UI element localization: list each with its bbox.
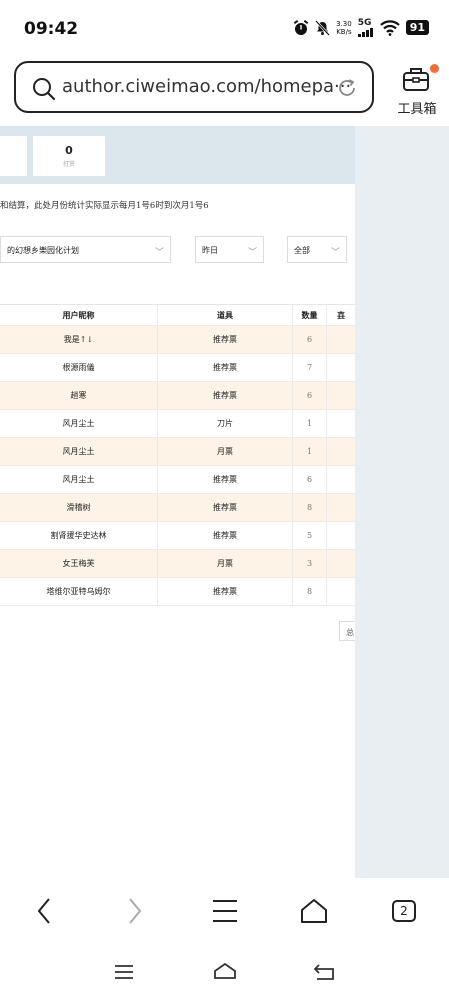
gift-table: 用户昵称 道具 数量 壵 我是↑↓ 推荐票 6 根源雨儀 推荐票 7 趟寒 推荐票 6 风月尘土刀… bbox=[0, 304, 355, 606]
system-back-icon[interactable] bbox=[313, 963, 335, 981]
cell-more bbox=[327, 382, 355, 409]
header-item: 道具 bbox=[158, 305, 293, 325]
table-row: 我是↑↓ 推荐票 6 bbox=[0, 326, 355, 354]
cell-more bbox=[327, 466, 355, 493]
cell-nickname: 女王梅芙 bbox=[0, 550, 158, 577]
cell-item: 推荐票 bbox=[158, 326, 293, 353]
toolbox-icon bbox=[403, 68, 429, 91]
browser-bottom-nav: 2 bbox=[0, 878, 449, 944]
header-nickname: 用户昵称 bbox=[0, 305, 158, 325]
stat-card-tips: 0 打赏 bbox=[33, 136, 105, 176]
url-text[interactable]: author.ciweimao.com/homepa··· bbox=[62, 76, 351, 97]
cell-more bbox=[327, 550, 355, 577]
cell-nickname: 割肾援华史达林 bbox=[0, 522, 158, 549]
notification-dot bbox=[430, 64, 439, 73]
cell-nickname: 趟寒 bbox=[0, 382, 158, 409]
status-icons: 3.30 KB/s 5G 91 bbox=[293, 18, 429, 37]
status-time: 09:42 bbox=[24, 19, 79, 39]
cell-item: 推荐票 bbox=[158, 354, 293, 381]
cell-item: 月票 bbox=[158, 550, 293, 577]
table-header: 用户昵称 道具 数量 壵 bbox=[0, 304, 355, 326]
cell-item: 月票 bbox=[158, 438, 293, 465]
header-more: 壵 bbox=[337, 309, 345, 320]
type-select[interactable]: 全部 ﹀ bbox=[287, 236, 347, 263]
stat-card-partial bbox=[0, 136, 27, 176]
table-row: 风月尘土 推荐票 6 bbox=[0, 466, 355, 494]
cell-qty: 6 bbox=[293, 326, 327, 353]
cell-nickname: 风月尘土 bbox=[0, 410, 158, 437]
book-select[interactable]: 的幻想乡樂园化计划 ﹀ bbox=[0, 236, 171, 263]
forward-button[interactable] bbox=[115, 894, 155, 928]
chevron-down-icon: ﹀ bbox=[154, 248, 164, 258]
cell-qty: 8 bbox=[293, 494, 327, 521]
cellular-indicator: 5G bbox=[357, 18, 374, 37]
cell-nickname: 我是↑↓ bbox=[0, 326, 158, 353]
system-nav-bar bbox=[0, 944, 449, 999]
cell-nickname: 根源雨儀 bbox=[0, 354, 158, 381]
cell-item: 推荐票 bbox=[158, 578, 293, 605]
pager-total: 总 bbox=[339, 621, 355, 641]
menu-icon bbox=[213, 900, 237, 922]
menu-button[interactable] bbox=[205, 894, 245, 928]
address-bar[interactable]: author.ciweimao.com/homepa··· bbox=[14, 61, 374, 113]
cell-qty: 7 bbox=[293, 354, 327, 381]
cell-qty: 8 bbox=[293, 578, 327, 605]
cell-nickname: 风月尘土 bbox=[0, 438, 158, 465]
cell-more bbox=[327, 438, 355, 465]
cell-qty: 5 bbox=[293, 522, 327, 549]
chevron-down-icon: ﹀ bbox=[330, 248, 340, 258]
chevron-down-icon: ﹀ bbox=[247, 248, 257, 258]
cell-item: 推荐票 bbox=[158, 494, 293, 521]
cell-more bbox=[327, 578, 355, 605]
cell-nickname: 滑稽树 bbox=[0, 494, 158, 521]
chevron-left-icon bbox=[37, 898, 50, 924]
cell-item: 推荐票 bbox=[158, 466, 293, 493]
table-row: 女王梅芙 月票 3 bbox=[0, 550, 355, 578]
cell-qty: 1 bbox=[293, 410, 327, 437]
system-home-icon[interactable] bbox=[213, 962, 237, 980]
toolbox-button[interactable]: 工具箱 bbox=[389, 64, 445, 117]
cell-item: 推荐票 bbox=[158, 522, 293, 549]
table-row: 割肾援华史达林 推荐票 5 bbox=[0, 522, 355, 550]
status-bar: 09:42 3.30 KB/s 5G 91 bbox=[0, 0, 449, 56]
network-speed: 3.30 KB/s bbox=[336, 19, 352, 36]
wifi-icon bbox=[379, 19, 400, 36]
recent-apps-icon[interactable] bbox=[114, 964, 134, 980]
signal-icon bbox=[357, 28, 373, 37]
table-row: 风月尘土 刀片 1 bbox=[0, 410, 355, 438]
header-qty: 数量 bbox=[293, 305, 327, 325]
cell-more bbox=[327, 522, 355, 549]
cell-item: 推荐票 bbox=[158, 382, 293, 409]
cell-nickname: 风月尘土 bbox=[0, 466, 158, 493]
search-icon bbox=[33, 78, 56, 101]
table-row: 塔维尔亚特乌姆尔 推荐票 8 bbox=[0, 578, 355, 606]
chevron-right-icon bbox=[129, 898, 142, 924]
tabs-count-badge: 2 bbox=[392, 900, 416, 922]
table-row: 滑稽树 推荐票 8 bbox=[0, 494, 355, 522]
table-row: 趟寒 推荐票 6 bbox=[0, 382, 355, 410]
alarm-icon bbox=[293, 19, 309, 35]
cell-more bbox=[327, 410, 355, 437]
home-icon bbox=[301, 899, 327, 923]
cell-qty: 1 bbox=[293, 438, 327, 465]
cell-qty: 6 bbox=[293, 466, 327, 493]
tabs-button[interactable]: 2 bbox=[384, 894, 424, 928]
cell-qty: 3 bbox=[293, 550, 327, 577]
table-row: 风月尘土 月票 1 bbox=[0, 438, 355, 466]
page-side-panel bbox=[355, 126, 449, 878]
reload-icon[interactable] bbox=[336, 77, 358, 99]
settlement-notice: 和结算，此处月份统计实际显示每月1号6时到次月1号6 bbox=[0, 201, 209, 211]
cell-qty: 6 bbox=[293, 382, 327, 409]
cell-more bbox=[327, 494, 355, 521]
mute-icon bbox=[315, 19, 330, 36]
back-button[interactable] bbox=[24, 894, 64, 928]
cell-nickname: 塔维尔亚特乌姆尔 bbox=[0, 578, 158, 605]
home-button[interactable] bbox=[294, 894, 334, 928]
cell-item: 刀片 bbox=[158, 410, 293, 437]
cell-more bbox=[327, 326, 355, 353]
date-select[interactable]: 昨日 ﹀ bbox=[195, 236, 264, 263]
cell-more bbox=[327, 354, 355, 381]
battery-indicator: 91 bbox=[405, 20, 429, 35]
table-row: 根源雨儀 推荐票 7 bbox=[0, 354, 355, 382]
